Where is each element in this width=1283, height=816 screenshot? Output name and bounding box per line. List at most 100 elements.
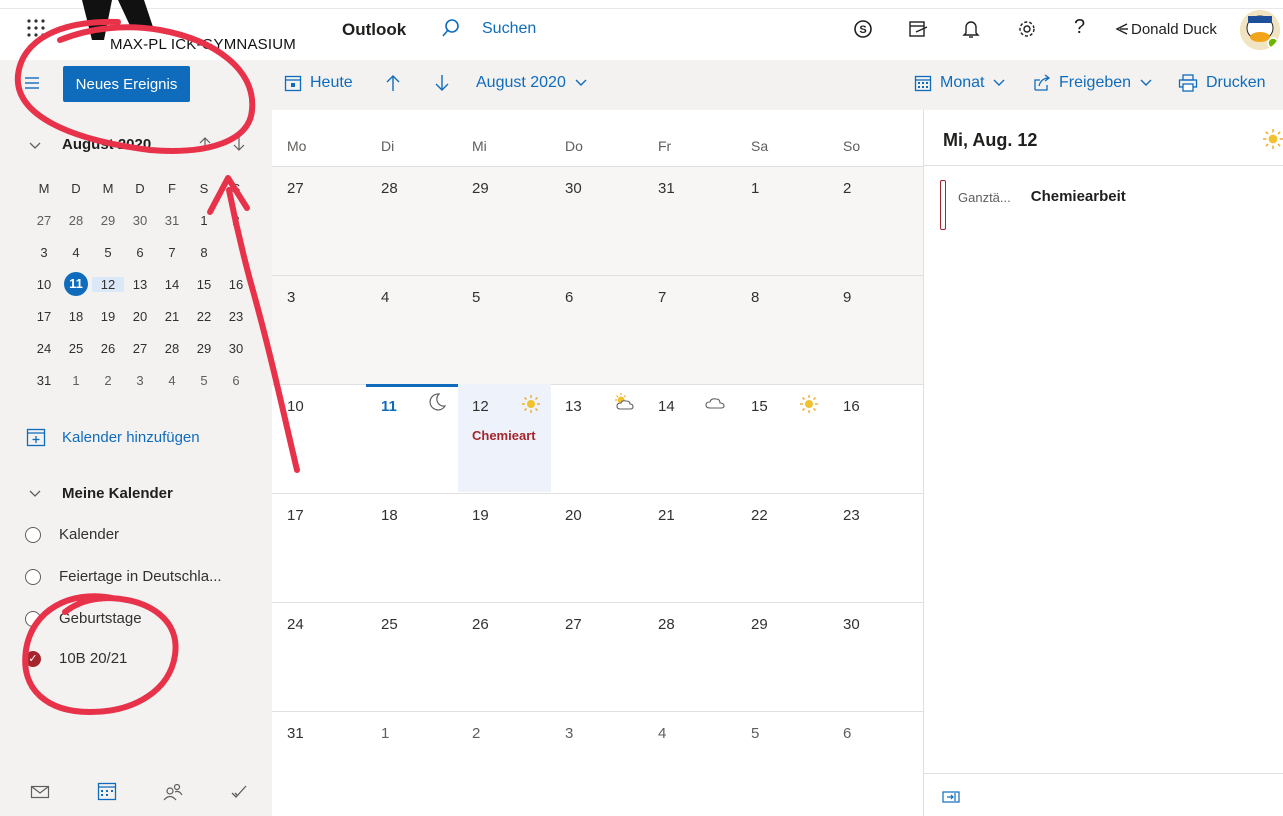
day-number[interactable]: 8 <box>751 289 759 306</box>
month-picker[interactable]: August 2020 <box>476 74 588 92</box>
day-number[interactable]: 9 <box>843 289 851 306</box>
app-launcher-icon[interactable] <box>26 18 46 43</box>
day-number[interactable]: 5 <box>751 725 759 742</box>
mini-day[interactable]: 27 <box>124 341 156 356</box>
mini-day[interactable]: 22 <box>188 309 220 324</box>
help-icon[interactable]: ? <box>1074 16 1085 39</box>
add-calendar-link[interactable]: Kalender hinzufügen <box>26 427 200 447</box>
day-number[interactable]: 4 <box>658 725 666 742</box>
calendar-checkbox-checked[interactable]: ✓ <box>25 650 41 667</box>
day-number[interactable]: 2 <box>843 180 851 197</box>
mini-day[interactable]: 2 <box>220 213 252 228</box>
day-number[interactable]: 17 <box>287 507 304 524</box>
calendar-checkbox[interactable] <box>25 526 41 543</box>
day-number[interactable]: 27 <box>287 180 304 197</box>
day-number[interactable]: 6 <box>843 725 851 742</box>
search-input[interactable]: Suchen <box>482 20 536 38</box>
mini-day[interactable]: 29 <box>188 341 220 356</box>
mini-day[interactable]: 1 <box>60 373 92 388</box>
mini-day[interactable]: 29 <box>92 213 124 228</box>
mini-day-today[interactable]: 11 <box>60 272 92 296</box>
day-number[interactable]: 27 <box>565 616 582 633</box>
mini-day[interactable]: 5 <box>188 373 220 388</box>
day-number[interactable]: 10 <box>287 398 304 415</box>
search-icon[interactable] <box>441 18 461 43</box>
day-number[interactable]: 1 <box>751 180 759 197</box>
mini-day[interactable]: 15 <box>188 277 220 292</box>
avatar[interactable] <box>1240 10 1280 50</box>
day-number[interactable]: 6 <box>565 289 573 306</box>
day-number[interactable]: 16 <box>843 398 860 415</box>
skype-icon[interactable]: S <box>852 18 874 45</box>
mini-day[interactable]: 1 <box>188 213 220 228</box>
mini-day[interactable]: 23 <box>220 309 252 324</box>
day-number[interactable]: 30 <box>565 180 582 197</box>
day-number[interactable]: 29 <box>751 616 768 633</box>
mini-day[interactable]: 16 <box>220 277 252 292</box>
menu-icon[interactable] <box>24 76 40 95</box>
day-number[interactable]: 21 <box>658 507 675 524</box>
calendar-item[interactable]: Kalender <box>25 526 119 543</box>
mini-day[interactable]: 5 <box>92 245 124 260</box>
my-calendars-header[interactable]: Meine Kalender <box>28 485 173 502</box>
mini-day[interactable]: 31 <box>156 213 188 228</box>
my-day-icon[interactable] <box>907 18 929 45</box>
day-number[interactable]: 23 <box>843 507 860 524</box>
day-number[interactable]: 7 <box>658 289 666 306</box>
mini-day[interactable]: 10 <box>28 277 60 292</box>
gear-icon[interactable] <box>1016 18 1038 45</box>
mini-day[interactable]: 14 <box>156 277 188 292</box>
mini-day[interactable]: 30 <box>220 341 252 356</box>
mini-day[interactable]: 28 <box>156 341 188 356</box>
mini-day[interactable]: 6 <box>220 373 252 388</box>
day-number[interactable]: 19 <box>472 507 489 524</box>
mini-day[interactable]: 25 <box>60 341 92 356</box>
mini-next-icon[interactable] <box>232 136 246 157</box>
mini-day[interactable]: 4 <box>156 373 188 388</box>
previous-arrow-icon[interactable] <box>385 74 401 92</box>
print-button[interactable]: Drucken <box>1178 74 1266 92</box>
mini-day[interactable]: 20 <box>124 309 156 324</box>
mini-prev-icon[interactable] <box>198 136 212 157</box>
day-number[interactable]: 22 <box>751 507 768 524</box>
calendar-item[interactable]: ✓ 10B 20/21 <box>25 650 127 667</box>
day-number[interactable]: 1 <box>381 725 389 742</box>
mini-day[interactable]: 19 <box>92 309 124 324</box>
user-name[interactable]: Donald Duck <box>1131 21 1217 38</box>
mini-day[interactable]: 31 <box>28 373 60 388</box>
mail-icon[interactable] <box>30 784 50 805</box>
calendar-icon[interactable] <box>97 781 117 806</box>
day-number[interactable]: 3 <box>287 289 295 306</box>
day-number[interactable]: 31 <box>287 725 304 742</box>
mini-day[interactable]: 2 <box>92 373 124 388</box>
mini-day[interactable]: 4 <box>60 245 92 260</box>
day-number[interactable]: 29 <box>472 180 489 197</box>
next-arrow-icon[interactable] <box>434 74 450 92</box>
calendar-item[interactable]: Geburtstage <box>25 610 142 627</box>
day-number[interactable]: 14 <box>658 398 675 415</box>
day-number[interactable]: 3 <box>565 725 573 742</box>
today-button[interactable]: Heute <box>284 74 353 92</box>
day-number[interactable]: 28 <box>658 616 675 633</box>
feedback-icon[interactable] <box>1115 22 1129 41</box>
calendar-event[interactable]: Chemieart <box>472 428 536 443</box>
people-icon[interactable] <box>163 781 183 806</box>
mini-day[interactable]: 8 <box>188 245 220 260</box>
calendar-checkbox[interactable] <box>25 568 41 585</box>
mini-day[interactable]: 28 <box>60 213 92 228</box>
day-number[interactable]: 12 <box>472 398 489 415</box>
view-switcher[interactable]: Monat <box>914 74 1006 92</box>
mini-day[interactable]: 17 <box>28 309 60 324</box>
share-button[interactable]: Freigeben <box>1033 74 1153 92</box>
expand-panel-icon[interactable] <box>942 790 960 809</box>
todo-icon[interactable] <box>230 784 248 805</box>
day-number[interactable]: 18 <box>381 507 398 524</box>
day-number[interactable]: 13 <box>565 398 582 415</box>
mini-day[interactable]: 3 <box>28 245 60 260</box>
mini-day[interactable]: 13 <box>124 277 156 292</box>
day-number[interactable]: 24 <box>287 616 304 633</box>
day-number[interactable]: 31 <box>658 180 675 197</box>
mini-day[interactable]: 21 <box>156 309 188 324</box>
day-number[interactable]: 26 <box>472 616 489 633</box>
calendar-checkbox[interactable] <box>25 610 41 627</box>
